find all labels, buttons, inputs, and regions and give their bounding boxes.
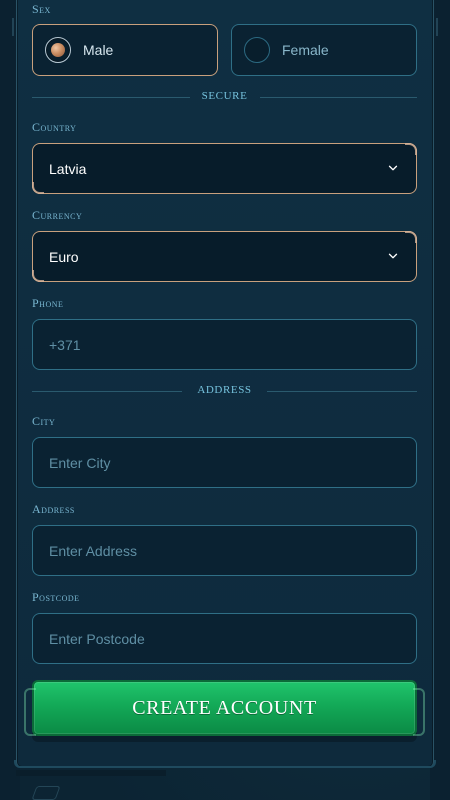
sex-option-label: Female bbox=[282, 42, 329, 58]
currency-label: Currency bbox=[32, 208, 83, 222]
country-label: Country bbox=[32, 120, 77, 134]
footer-decoration-icon bbox=[31, 786, 61, 800]
address-placeholder: Enter Address bbox=[49, 542, 137, 559]
phone-label: Phone bbox=[32, 296, 64, 310]
sex-label: Sex bbox=[32, 2, 51, 16]
currency-select[interactable]: Euro bbox=[32, 231, 417, 282]
postcode-label: Postcode bbox=[32, 590, 80, 604]
city-input[interactable]: Enter City bbox=[32, 437, 417, 488]
radio-selected-icon bbox=[45, 37, 71, 63]
radio-dot-icon bbox=[51, 43, 65, 57]
currency-value: Euro bbox=[49, 248, 79, 265]
sex-option-label: Male bbox=[83, 42, 114, 58]
phone-input[interactable]: +371 bbox=[32, 319, 417, 370]
country-value: Latvia bbox=[49, 160, 87, 177]
registration-page: Sex Male Female SECURE Country Latvia Cu… bbox=[0, 0, 450, 800]
postcode-input[interactable]: Enter Postcode bbox=[32, 613, 417, 664]
sex-options: Male Female bbox=[32, 24, 417, 76]
address-input[interactable]: Enter Address bbox=[32, 525, 417, 576]
postcode-placeholder: Enter Postcode bbox=[49, 630, 145, 647]
chevron-down-icon bbox=[388, 165, 398, 170]
city-label: City bbox=[32, 414, 56, 428]
panel-bottom-frame bbox=[14, 760, 436, 768]
phone-placeholder: +371 bbox=[49, 336, 81, 353]
sex-option-female[interactable]: Female bbox=[231, 24, 417, 76]
create-account-button[interactable]: CREATE ACCOUNT bbox=[24, 680, 425, 736]
address-label: Address bbox=[32, 502, 75, 516]
radio-unselected-icon bbox=[244, 37, 270, 63]
section-divider-address: ADDRESS bbox=[32, 384, 417, 398]
create-account-label: CREATE ACCOUNT bbox=[132, 696, 317, 719]
city-placeholder: Enter City bbox=[49, 454, 111, 471]
country-select[interactable]: Latvia bbox=[32, 143, 417, 194]
sex-option-male[interactable]: Male bbox=[32, 24, 218, 76]
footer-strip bbox=[16, 770, 166, 776]
section-title: ADDRESS bbox=[197, 384, 252, 396]
section-divider-secure: SECURE bbox=[32, 90, 417, 104]
chevron-down-icon bbox=[388, 253, 398, 258]
section-title: SECURE bbox=[201, 90, 248, 102]
